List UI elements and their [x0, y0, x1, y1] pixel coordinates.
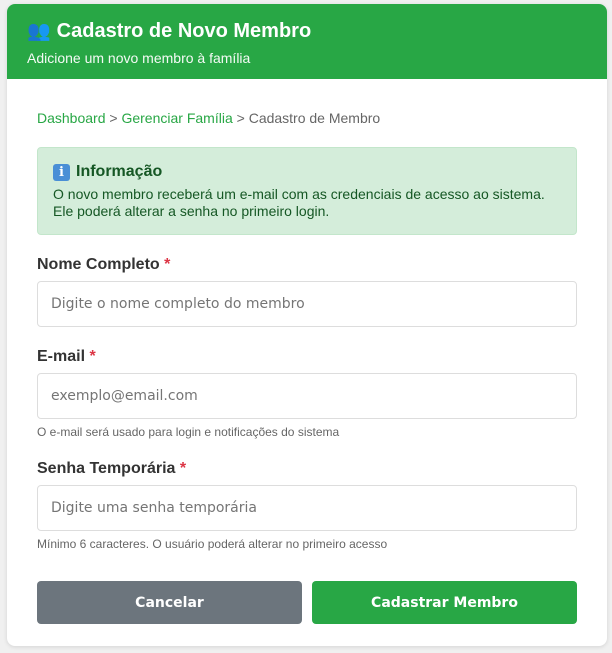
info-title: i Informação: [53, 162, 561, 182]
card-header: 👥 Cadastro de Novo Membro Adicione um no…: [7, 4, 607, 79]
breadcrumb-current: Cadastro de Membro: [248, 110, 381, 126]
password-field-group: Senha Temporária * Mínimo 6 caracteres. …: [37, 459, 577, 551]
users-icon: 👥: [27, 20, 51, 42]
breadcrumb-manage-family-link[interactable]: Gerenciar Família: [121, 110, 232, 126]
password-hint: Mínimo 6 caracteres. O usuário poderá al…: [37, 537, 388, 551]
info-title-text: Informação: [76, 163, 163, 180]
email-hint: O e-mail será usado para login e notific…: [37, 425, 340, 439]
form-actions: Cancelar Cadastrar Membro: [37, 581, 577, 624]
register-member-button[interactable]: Cadastrar Membro: [312, 581, 577, 624]
email-label-text: E-mail: [37, 348, 86, 365]
temporary-password-input[interactable]: [37, 485, 577, 531]
name-field-group: Nome Completo *: [37, 255, 577, 327]
page-subtitle: Adicione um novo membro à família: [27, 50, 251, 66]
email-input[interactable]: [37, 373, 577, 419]
required-mark: *: [179, 460, 187, 477]
email-field-group: E-mail * O e-mail será usado para login …: [37, 347, 577, 439]
password-label: Senha Temporária *: [37, 460, 186, 477]
email-label: E-mail *: [37, 348, 96, 365]
name-label-text: Nome Completo: [37, 256, 160, 273]
register-member-card: 👥 Cadastro de Novo Membro Adicione um no…: [7, 4, 607, 646]
name-label: Nome Completo *: [37, 256, 170, 273]
page-title-text: Cadastro de Novo Membro: [56, 20, 312, 42]
page-title: 👥 Cadastro de Novo Membro: [27, 19, 587, 43]
password-label-text: Senha Temporária: [37, 460, 176, 477]
breadcrumb: Dashboard > Gerenciar Família > Cadastro…: [37, 109, 577, 127]
full-name-input[interactable]: [37, 281, 577, 327]
info-text-line: O novo membro receberá um e-mail com as …: [53, 186, 545, 202]
card-body: Dashboard > Gerenciar Família > Cadastro…: [7, 79, 607, 624]
required-mark: *: [164, 256, 171, 273]
cancel-button[interactable]: Cancelar: [37, 581, 302, 624]
info-text: O novo membro receberá um e-mail com as …: [53, 186, 561, 220]
required-mark: *: [89, 348, 96, 365]
breadcrumb-separator: >: [236, 110, 245, 126]
info-alert: i Informação O novo membro receberá um e…: [37, 147, 577, 235]
breadcrumb-dashboard-link[interactable]: Dashboard: [37, 110, 106, 126]
breadcrumb-separator: >: [109, 110, 118, 126]
info-text-line: Ele poderá alterar a senha no primeiro l…: [53, 203, 330, 219]
info-icon: i: [53, 163, 70, 181]
